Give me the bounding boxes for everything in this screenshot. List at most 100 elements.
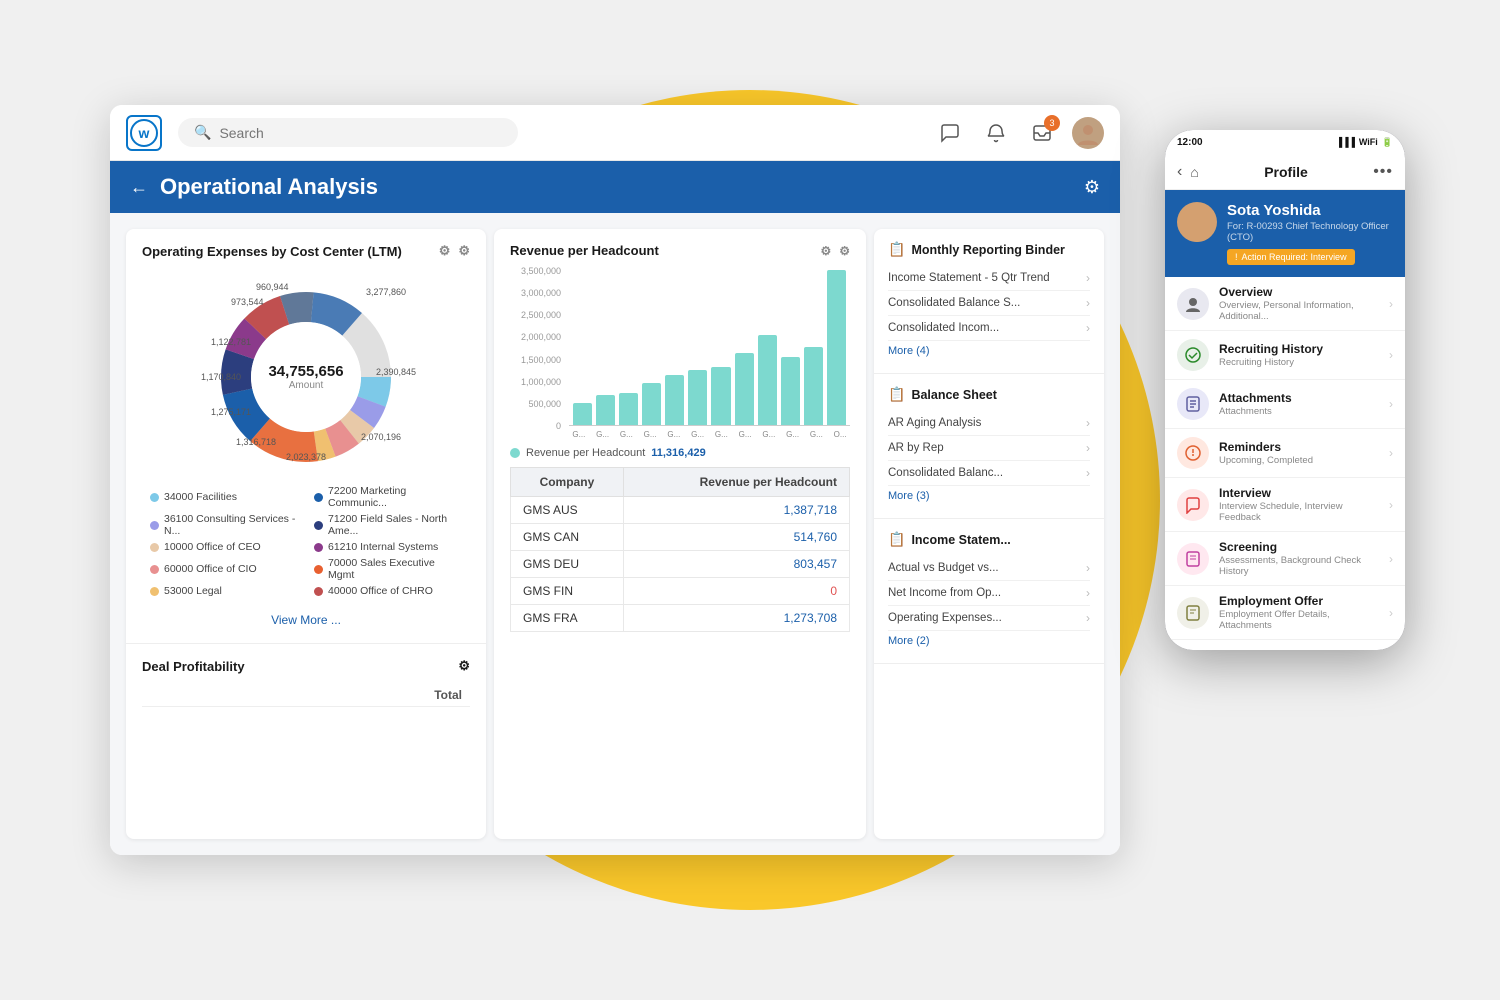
y-axis: 3,500,000 3,000,000 2,500,000 2,000,000 … [510, 266, 565, 431]
profile-header: Sota Yoshida For: R-00293 Chief Technolo… [1165, 190, 1405, 277]
chat-button[interactable] [934, 117, 966, 149]
chart-gear-icon[interactable]: ⚙ [839, 244, 850, 258]
menu-recruiting-text: Recruiting History Recruiting History [1219, 342, 1379, 368]
donut-legend: 34000 Facilities 72200 Marketing Communi… [142, 485, 470, 597]
balance-sheet-section: 📋 Balance Sheet AR Aging Analysis › AR b… [874, 374, 1104, 519]
menu-employment-offer[interactable]: Employment Offer Employment Offer Detail… [1165, 586, 1405, 640]
income-icon: 📋 [888, 531, 905, 548]
revenue-legend: Revenue per Headcount 11,316,429 [510, 447, 850, 459]
filter-icon[interactable]: ⚙ [439, 243, 451, 259]
signal-icon: ▐▐▐ [1336, 137, 1355, 147]
interview-icon [1177, 489, 1209, 521]
battery-icon: 🔋 [1382, 137, 1393, 148]
deal-gear-icon[interactable]: ⚙ [458, 658, 470, 674]
monthly-more-link[interactable]: More (4) [888, 341, 1090, 361]
menu-reminders-text: Reminders Upcoming, Completed [1219, 440, 1379, 466]
annotation-4: 1,170,840 [201, 372, 241, 382]
bar-chart-inner [569, 266, 850, 426]
income-stmt-title: 📋 Income Statem... [888, 531, 1090, 548]
deal-section: Deal Profitability ⚙ Total [126, 644, 486, 715]
bar-2 [619, 393, 638, 425]
annotation-3: 1,122,781 [211, 337, 251, 347]
view-more-button[interactable]: View More ... [142, 605, 470, 635]
phone-status-bar: 12:00 ▐▐▐ WiFi 🔋 [1165, 130, 1405, 154]
back-button[interactable]: ← [130, 177, 148, 198]
settings-button[interactable]: ⚙ [1084, 177, 1100, 198]
middle-panel: Revenue per Headcount ⚙ ⚙ 3,500,000 3,00… [494, 229, 866, 839]
menu-interview[interactable]: Interview Interview Schedule, Interview … [1165, 478, 1405, 532]
search-bar[interactable]: 🔍 [178, 118, 518, 147]
balance-item-2[interactable]: Consolidated Balanc... › [888, 461, 1090, 486]
opex-title: Operating Expenses by Cost Center (LTM) … [142, 243, 470, 259]
warning-icon: ! [1235, 252, 1238, 262]
profile-info: Sota Yoshida For: R-00293 Chief Technolo… [1227, 202, 1393, 265]
menu-overview[interactable]: Overview Overview, Personal Information,… [1165, 277, 1405, 331]
menu-screening[interactable]: Screening Assessments, Background Check … [1165, 532, 1405, 586]
phone-back-button[interactable]: ‹ [1177, 163, 1182, 181]
balance-item-1[interactable]: AR by Rep › [888, 436, 1090, 461]
legend-dot-3 [314, 521, 323, 530]
income-item-1[interactable]: Net Income from Op... › [888, 581, 1090, 606]
menu-attachments[interactable]: Attachments Attachments › [1165, 380, 1405, 429]
chevron-icon: › [1389, 498, 1393, 512]
monthly-item-2[interactable]: Consolidated Incom... › [888, 316, 1090, 341]
deal-title: Deal Profitability ⚙ [142, 658, 470, 674]
gear-icon[interactable]: ⚙ [458, 243, 470, 259]
bar-3 [642, 383, 661, 425]
inbox-button[interactable]: 3 [1026, 117, 1058, 149]
attachments-icon [1177, 388, 1209, 420]
bar-6 [711, 367, 730, 425]
phone-home-button[interactable]: ⌂ [1190, 164, 1198, 180]
income-more-link[interactable]: More (2) [888, 631, 1090, 651]
page-header: ← Operational Analysis ⚙ [110, 161, 1120, 213]
chevron-icon: › [1389, 348, 1393, 362]
chevron-icon: › [1086, 416, 1090, 430]
phone-more-button[interactable]: ••• [1373, 163, 1393, 181]
legend-item-5: 61210 Internal Systems [314, 541, 462, 553]
reminders-icon [1177, 437, 1209, 469]
income-item-2[interactable]: Operating Expenses... › [888, 606, 1090, 631]
legend-dot-9 [314, 587, 323, 596]
legend-dot-7 [314, 565, 323, 574]
col-company: Company [511, 468, 624, 497]
legend-dot-2 [150, 521, 159, 530]
balance-item-0[interactable]: AR Aging Analysis › [888, 411, 1090, 436]
bar-7 [735, 353, 754, 425]
annotation-10: 2,070,196 [361, 432, 401, 442]
search-input[interactable] [219, 125, 502, 141]
legend-item-0: 34000 Facilities [150, 485, 298, 509]
chevron-icon: › [1389, 606, 1393, 620]
monthly-item-1[interactable]: Consolidated Balance S... › [888, 291, 1090, 316]
nav-icons: 3 [934, 117, 1104, 149]
chevron-icon: › [1086, 296, 1090, 310]
opex-section: Operating Expenses by Cost Center (LTM) … [126, 229, 486, 644]
phone-time: 12:00 [1177, 137, 1203, 148]
notification-button[interactable] [980, 117, 1012, 149]
menu-employment-offer-text: Employment Offer Employment Offer Detail… [1219, 594, 1379, 631]
inbox-badge: 3 [1044, 115, 1060, 131]
bar-4 [665, 375, 684, 425]
screening-icon [1177, 543, 1209, 575]
menu-interview-text: Interview Interview Schedule, Interview … [1219, 486, 1379, 523]
user-avatar[interactable] [1072, 117, 1104, 149]
chevron-icon: › [1086, 611, 1090, 625]
recruiting-icon [1177, 339, 1209, 371]
opex-icons: ⚙ ⚙ [439, 243, 470, 259]
legend-dot-1 [314, 493, 323, 502]
chart-filter-icon[interactable]: ⚙ [820, 244, 831, 258]
employment-offer-icon [1177, 597, 1209, 629]
legend-item-4: 10000 Office of CEO [150, 541, 298, 553]
income-stmt-section: 📋 Income Statem... Actual vs Budget vs..… [874, 519, 1104, 664]
donut-chart-container: 34,755,656 Amount 960,944 973,544 1,122,… [142, 269, 470, 605]
balance-more-link[interactable]: More (3) [888, 486, 1090, 506]
menu-recruiting-history[interactable]: Recruiting History Recruiting History › [1165, 331, 1405, 380]
bar-chart: G... G... G... G... G... G... G... G... … [569, 266, 850, 439]
monthly-item-0[interactable]: Income Statement - 5 Qtr Trend › [888, 266, 1090, 291]
overview-icon [1177, 288, 1209, 320]
income-item-0[interactable]: Actual vs Budget vs... › [888, 556, 1090, 581]
menu-reminders[interactable]: Reminders Upcoming, Completed › [1165, 429, 1405, 478]
deal-col-empty [142, 684, 230, 707]
mobile-phone: 12:00 ▐▐▐ WiFi 🔋 ‹ ⌂ Profile ••• Sota Yo… [1165, 130, 1405, 650]
bar-8 [758, 335, 777, 425]
legend-item-2: 36100 Consulting Services - N... [150, 513, 298, 537]
